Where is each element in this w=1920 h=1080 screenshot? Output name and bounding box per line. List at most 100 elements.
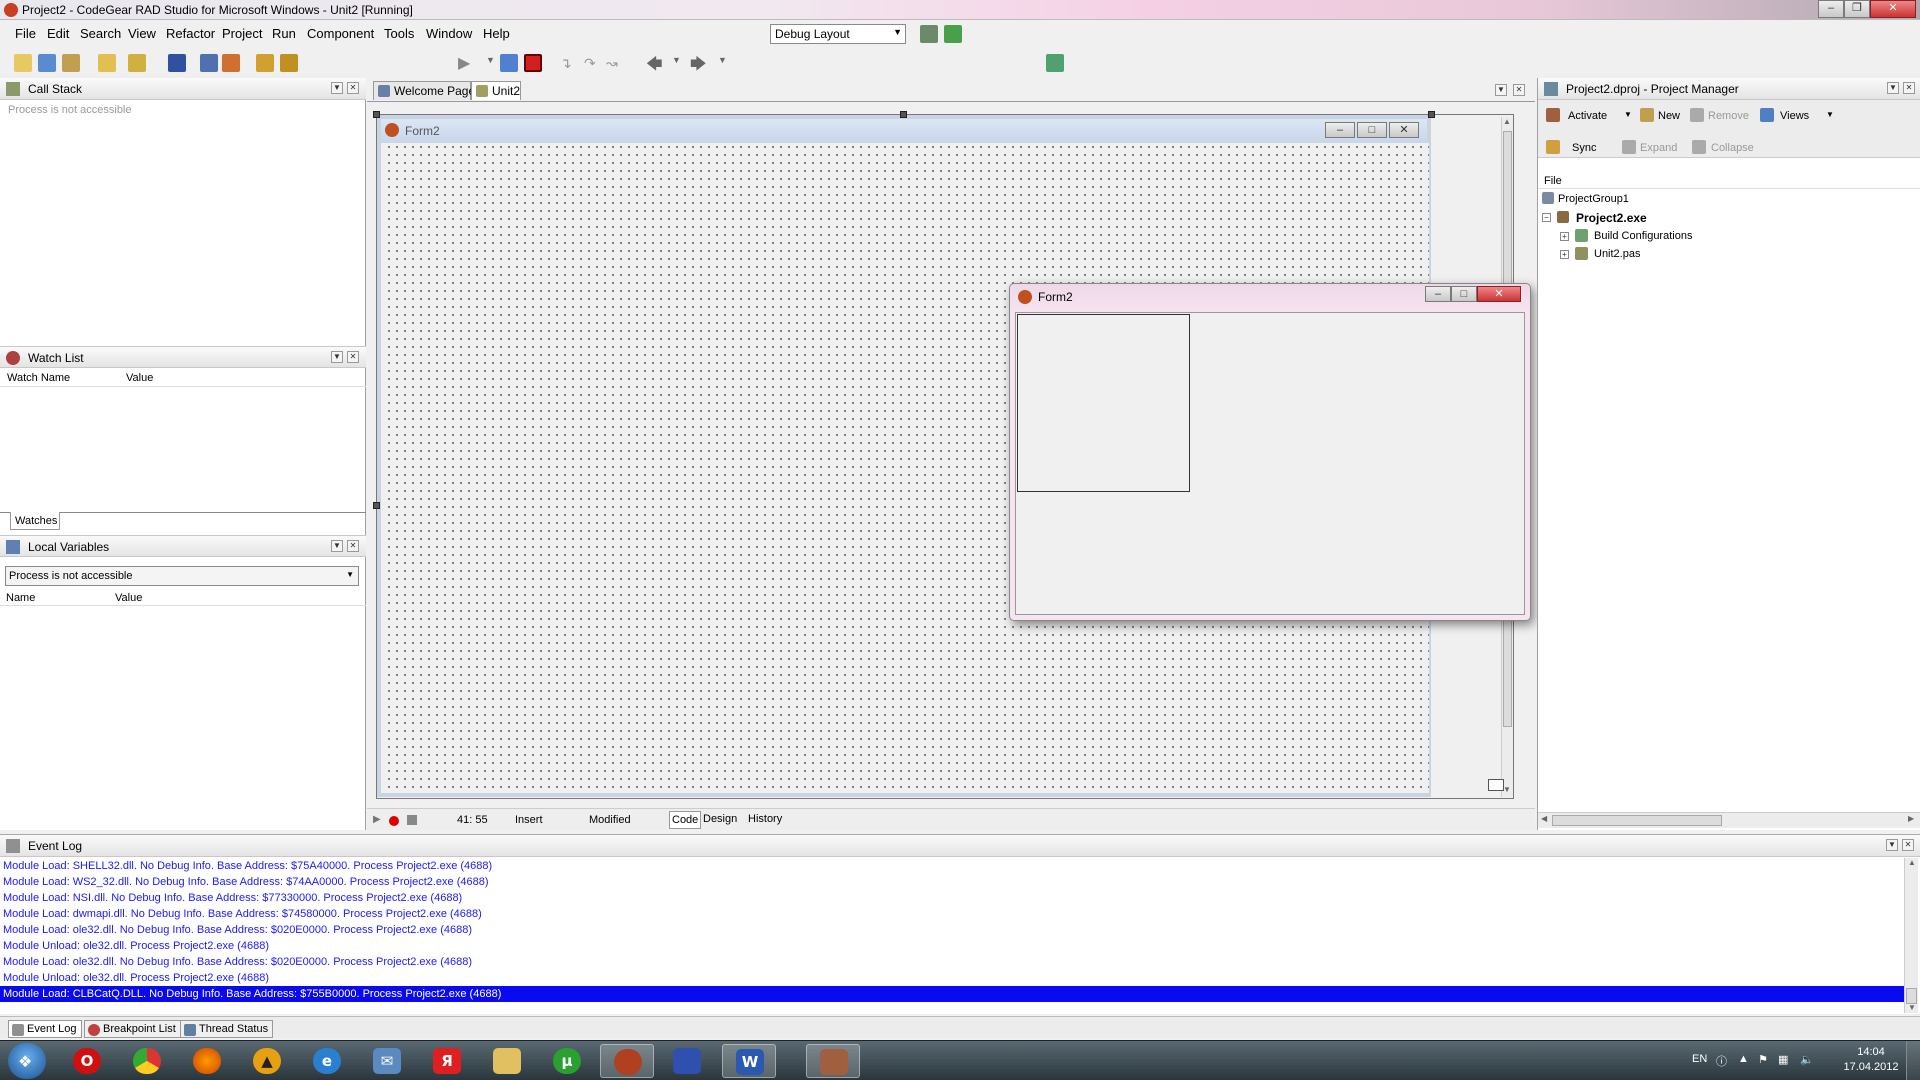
remove-file-icon[interactable] (280, 54, 298, 72)
add-file-icon[interactable] (256, 54, 274, 72)
views-button[interactable]: Views (1780, 110, 1809, 122)
activate-button[interactable]: Activate (1568, 110, 1607, 122)
tab-history[interactable]: History (746, 811, 784, 829)
scrollbar-thumb[interactable] (1552, 815, 1722, 826)
log-line[interactable]: Module Load: dwmapi.dll. No Debug Info. … (3, 906, 482, 922)
taskbar-word[interactable]: W (722, 1044, 776, 1078)
flag-icon[interactable]: ⚑ (1758, 1053, 1768, 1066)
pause-icon[interactable] (500, 54, 518, 72)
close-button[interactable]: ✕ (1477, 286, 1521, 302)
menu-search[interactable]: Search (80, 26, 121, 41)
clock[interactable]: 14:04 17.04.2012 (1836, 1045, 1906, 1075)
log-line[interactable]: Module Unload: ole32.dll. Process Projec… (3, 938, 269, 954)
save-layout-icon[interactable] (920, 25, 938, 43)
menu-component[interactable]: Component (307, 26, 374, 41)
scroll-down-icon[interactable]: ▼ (1908, 1003, 1916, 1012)
run-icon[interactable]: ▶ (458, 53, 470, 73)
trace-into-icon[interactable]: ↴ (560, 55, 572, 72)
tab-thread-status[interactable]: Thread Status (180, 1020, 274, 1038)
resize-handle[interactable] (373, 502, 380, 509)
close-icon[interactable]: ✕ (1902, 839, 1914, 851)
collapse-button[interactable]: Collapse (1711, 142, 1754, 154)
preview-toggle-icon[interactable] (1488, 779, 1504, 791)
taskbar-save-app[interactable] (660, 1044, 714, 1078)
scrollbar-thumb[interactable] (1906, 988, 1917, 1004)
tree-project-group[interactable]: ProjectGroup1 (1558, 193, 1629, 205)
minimize-button[interactable]: – (1425, 286, 1451, 302)
log-line[interactable]: Module Load: ole32.dll. No Debug Info. B… (3, 954, 472, 970)
taskbar-aimp[interactable]: ▲ (240, 1044, 294, 1078)
play-macro-icon[interactable]: ▶ (373, 814, 381, 825)
forward-icon[interactable]: 🡆 (690, 53, 707, 80)
open-project-icon[interactable] (62, 54, 80, 72)
back-dropdown-icon[interactable]: ▼ (672, 55, 681, 65)
save-all-icon[interactable] (200, 54, 218, 72)
log-line[interactable]: Module Unload: ole32.dll. Process Projec… (3, 970, 269, 986)
close-icon[interactable]: ✕ (347, 540, 359, 552)
tree-build-configurations[interactable]: Build Configurations (1594, 230, 1692, 242)
minimize-button[interactable]: – (1325, 122, 1355, 138)
expand-node-icon[interactable]: + (1560, 250, 1569, 259)
collapse-node-icon[interactable]: − (1542, 213, 1551, 222)
log-line[interactable]: Module Load: ole32.dll. No Debug Info. B… (3, 922, 472, 938)
log-line[interactable]: Module Load: WS2_32.dll. No Debug Info. … (3, 874, 489, 890)
menu-help[interactable]: Help (483, 26, 510, 41)
start-button[interactable]: ❖ (8, 1043, 46, 1079)
scroll-up-icon[interactable]: ▲ (1908, 858, 1916, 867)
stop-icon[interactable] (524, 54, 542, 72)
stop-macro-icon[interactable] (407, 815, 417, 825)
pin-icon[interactable]: ▼ (331, 540, 343, 552)
sync-button[interactable]: Sync (1572, 142, 1596, 154)
new-icon[interactable] (14, 54, 32, 72)
help-book-icon[interactable] (1046, 54, 1064, 72)
file-column-header[interactable]: File (1538, 175, 1920, 189)
maximize-button[interactable]: □ (1451, 286, 1477, 302)
remove-button[interactable]: Remove (1708, 110, 1749, 122)
tree-unit2[interactable]: Unit2.pas (1594, 248, 1640, 260)
taskbar-opera[interactable]: O (60, 1044, 114, 1078)
taskbar-chrome[interactable] (120, 1044, 174, 1078)
forward-dropdown-icon[interactable]: ▼ (718, 55, 727, 65)
record-macro-icon[interactable] (389, 816, 399, 826)
taskbar-project2[interactable] (806, 1044, 860, 1078)
close-icon[interactable]: ✕ (347, 82, 359, 94)
tab-design[interactable]: Design (701, 811, 739, 829)
network-icon[interactable]: ▦ (1778, 1053, 1788, 1066)
scroll-down-icon[interactable]: ▼ (1503, 785, 1511, 794)
tab-code[interactable]: Code (669, 811, 702, 829)
language-indicator[interactable]: EN (1692, 1053, 1707, 1065)
log-line[interactable]: Module Load: SHELL32.dll. No Debug Info.… (3, 858, 492, 874)
scroll-left-icon[interactable]: ◀ (1541, 814, 1547, 823)
close-file-icon[interactable] (222, 54, 240, 72)
new-items-icon[interactable] (38, 54, 56, 72)
close-button[interactable]: ✕ (1389, 122, 1419, 138)
set-layout-icon[interactable] (944, 25, 962, 43)
watch-name-column[interactable]: Watch Name (7, 372, 70, 384)
chevron-down-icon[interactable]: ▼ (1826, 110, 1834, 119)
volume-icon[interactable]: 🔈 (1800, 1053, 1814, 1066)
run-dropdown-icon[interactable]: ▼ (486, 55, 495, 65)
pin-icon[interactable]: ▼ (331, 351, 343, 363)
tab-event-log[interactable]: Event Log (8, 1020, 82, 1038)
close-icon[interactable]: ✕ (347, 351, 359, 363)
log-vertical-scrollbar[interactable]: ▲ ▼ (1904, 858, 1918, 1013)
help-tray-icon[interactable]: ⓘ (1716, 1053, 1727, 1069)
scroll-up-icon[interactable]: ▲ (1503, 117, 1511, 126)
resize-handle[interactable] (1428, 111, 1435, 118)
taskbar-yandex[interactable]: Я (420, 1044, 474, 1078)
show-desktop-button[interactable] (1906, 1041, 1920, 1080)
local-value-column[interactable]: Value (115, 592, 142, 604)
menu-tools[interactable]: Tools (384, 26, 414, 41)
taskbar-rad-studio[interactable] (600, 1044, 654, 1078)
tab-breakpoint-list[interactable]: Breakpoint List (84, 1020, 181, 1038)
horizontal-scrollbar[interactable]: ◀ ▶ (1538, 812, 1920, 828)
pin-icon[interactable]: ▼ (331, 82, 343, 94)
watches-tab[interactable]: Watches (10, 512, 60, 530)
taskbar-firefox[interactable] (180, 1044, 234, 1078)
tab-welcome-page[interactable]: Welcome Page (373, 81, 475, 100)
chevron-down-icon[interactable]: ▼ (1624, 110, 1632, 119)
restore-button[interactable]: ❐ (1844, 0, 1870, 18)
tab-list-icon[interactable]: ▼ (1495, 84, 1507, 96)
taskbar-utorrent[interactable]: μ (540, 1044, 594, 1078)
log-line-selected[interactable]: Module Load: CLBCatQ.DLL. No Debug Info.… (0, 986, 1904, 1002)
